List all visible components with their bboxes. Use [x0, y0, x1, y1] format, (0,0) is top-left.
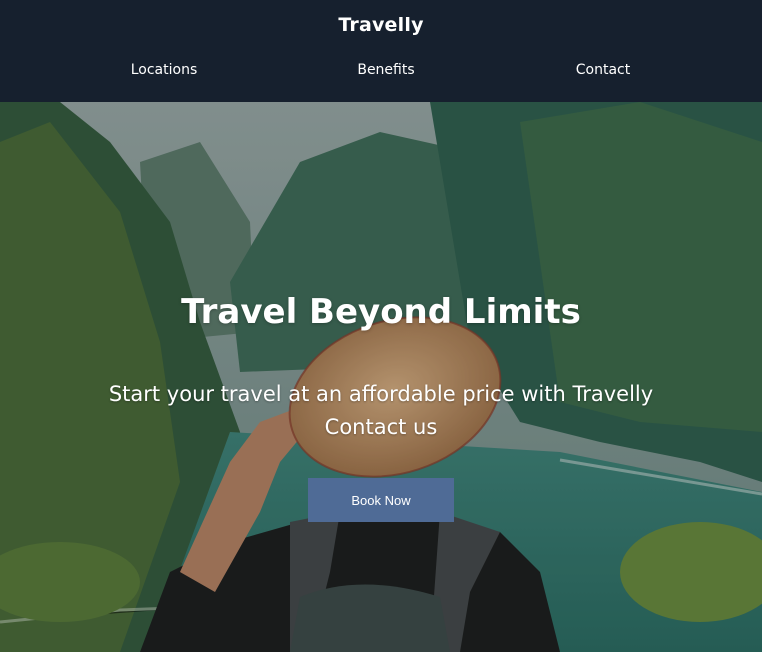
- nav-link-benefits[interactable]: Benefits: [306, 62, 466, 78]
- nav-link-contact[interactable]: Contact: [523, 62, 683, 78]
- brand-logo[interactable]: Travelly: [0, 14, 762, 36]
- hero-title: Travel Beyond Limits: [181, 292, 581, 332]
- hero-subtitle: Start your travel at an affordable price…: [108, 382, 654, 439]
- book-now-button[interactable]: Book Now: [308, 478, 454, 522]
- hero-background-image: [0, 102, 762, 652]
- hero-section: Travel Beyond Limits Start your travel a…: [0, 102, 762, 652]
- nav-link-locations[interactable]: Locations: [84, 62, 244, 78]
- site-header: Travelly Locations Benefits Contact: [0, 0, 762, 102]
